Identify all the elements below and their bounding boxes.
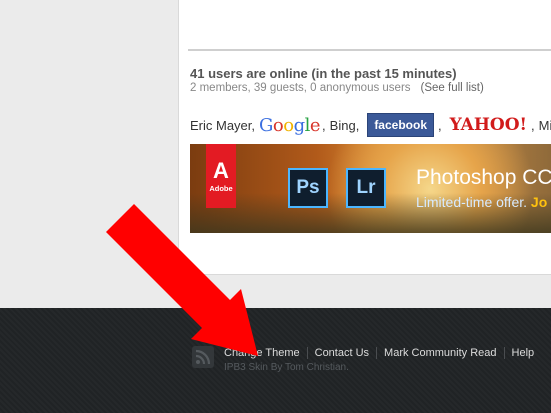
adobe-brand-text: Adobe [209, 184, 233, 193]
adobe-ad-banner[interactable]: A Adobe Ps Lr Photoshop CC a Limited-tim… [190, 144, 551, 233]
help-link[interactable]: Help [512, 347, 535, 359]
yahoo-bot-logo[interactable]: YAHOO! [450, 115, 527, 135]
facebook-bot-logo[interactable]: facebook [367, 113, 434, 137]
link-divider [376, 347, 378, 359]
rss-icon[interactable] [192, 346, 214, 368]
separator-comma: , [531, 117, 535, 133]
footer-links: Change Theme Contact Us Mark Community R… [224, 347, 534, 359]
adobe-logo: A Adobe [206, 144, 236, 208]
bing-bot-name[interactable]: Bing, [330, 118, 360, 133]
online-users-list: Eric Mayer, Google , Bing, facebook , YA… [190, 112, 551, 138]
separator-comma: , [322, 117, 326, 133]
banner-title: Photoshop CC a [416, 166, 551, 189]
photoshop-app-icon: Ps [288, 168, 328, 208]
google-bot-logo[interactable]: Google [259, 115, 321, 136]
separator-comma: , [438, 117, 442, 133]
banner-subtitle: Limited-time offer. Jo [416, 194, 547, 210]
banner-offer-text: Limited-time offer. [416, 194, 528, 210]
user-link-eric-mayer[interactable]: Eric Mayer, [190, 118, 255, 133]
link-divider [306, 347, 308, 359]
link-divider [503, 347, 505, 359]
online-users-summary: 2 members, 39 guests, 0 anonymous users (… [190, 82, 484, 94]
adobe-mark-icon: A [213, 158, 229, 183]
mark-community-read-link[interactable]: Mark Community Read [384, 347, 496, 359]
online-users-title: 41 users are online (in the past 15 minu… [190, 66, 457, 81]
site-footer [0, 308, 551, 413]
panel-divider [188, 49, 551, 51]
online-users-counts: 2 members, 39 guests, 0 anonymous users [190, 82, 411, 94]
user-link-miken[interactable]: MikeN [539, 118, 551, 133]
see-full-list-link[interactable]: (See full list) [421, 82, 484, 94]
change-theme-link[interactable]: Change Theme [224, 347, 300, 359]
contact-us-link[interactable]: Contact Us [315, 347, 369, 359]
banner-cta-fragment[interactable]: Jo [531, 194, 547, 210]
skin-credit: IPB3 Skin By Tom Christian. [224, 362, 349, 373]
lightroom-app-icon: Lr [346, 168, 386, 208]
